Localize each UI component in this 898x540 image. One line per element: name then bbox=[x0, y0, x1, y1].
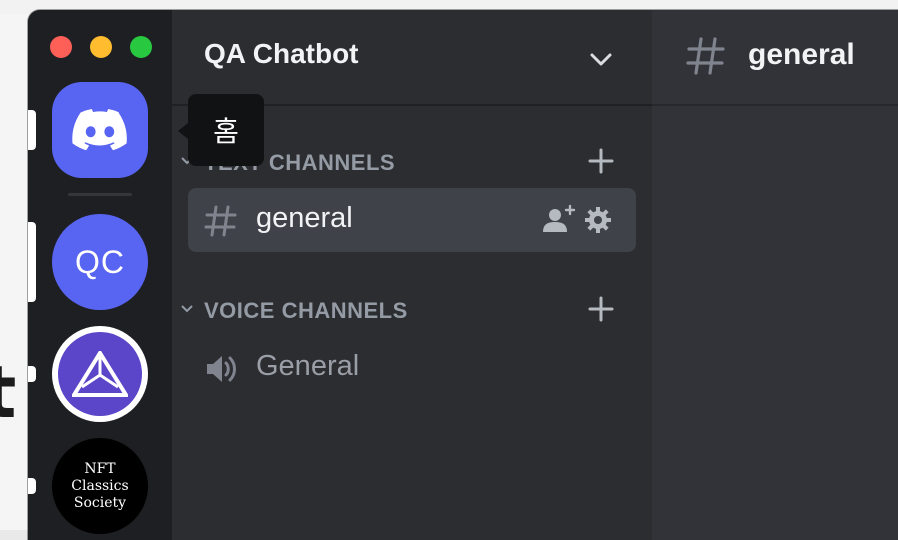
home-hover-indicator bbox=[28, 110, 36, 150]
minimize-window-button[interactable] bbox=[90, 36, 112, 58]
discord-window: QC NFT Classics Society QA Chatbot TEXT … bbox=[28, 10, 898, 540]
server-qa-chatbot[interactable]: QC bbox=[52, 214, 148, 310]
chat-header: general bbox=[652, 10, 898, 106]
close-window-button[interactable] bbox=[50, 36, 72, 58]
tooltip-arrow bbox=[178, 123, 188, 139]
chat-area: general bbox=[652, 10, 898, 540]
speaker-icon bbox=[207, 356, 236, 382]
hashtag-icon bbox=[686, 37, 725, 75]
category-voice-channels[interactable]: VOICE CHANNELS bbox=[172, 294, 652, 326]
server-rail: QC NFT Classics Society bbox=[28, 10, 172, 540]
unread-indicator bbox=[28, 366, 36, 382]
discord-logo-icon bbox=[72, 109, 127, 151]
hashtag-icon bbox=[204, 205, 237, 237]
channel-name: General bbox=[256, 350, 360, 382]
add-channel-icon[interactable] bbox=[586, 146, 616, 176]
channel-general-text[interactable]: general bbox=[188, 188, 636, 252]
gear-icon[interactable] bbox=[584, 206, 612, 234]
server-triangle[interactable] bbox=[52, 326, 148, 422]
server-initials: QC bbox=[75, 243, 125, 280]
triangle-logo-icon bbox=[72, 351, 128, 397]
background-text-fragment: t bbox=[0, 356, 30, 436]
selected-server-indicator bbox=[28, 222, 36, 302]
server-label-line: Classics bbox=[71, 477, 129, 494]
channel-general-voice[interactable]: General bbox=[188, 336, 636, 400]
tooltip-text: 홈 bbox=[213, 115, 239, 148]
server-label-line: NFT bbox=[84, 460, 116, 477]
home-button[interactable] bbox=[52, 82, 148, 178]
channel-sidebar: QA Chatbot TEXT CHANNELS general VOICE C… bbox=[172, 10, 652, 540]
server-label-line: Society bbox=[73, 494, 127, 511]
rail-separator bbox=[68, 193, 132, 196]
category-label: VOICE CHANNELS bbox=[204, 298, 408, 323]
home-tooltip: 홈 bbox=[188, 94, 264, 166]
server-nft-classics-society[interactable]: NFT Classics Society bbox=[52, 438, 148, 534]
guild-header[interactable]: QA Chatbot bbox=[172, 10, 652, 106]
unread-indicator-2 bbox=[28, 478, 36, 494]
invite-user-icon[interactable] bbox=[542, 204, 576, 234]
chat-channel-title: general bbox=[748, 38, 855, 71]
channel-name: general bbox=[256, 202, 353, 234]
chevron-down-icon bbox=[181, 305, 193, 313]
add-channel-icon[interactable] bbox=[586, 294, 616, 324]
zoom-window-button[interactable] bbox=[130, 36, 152, 58]
guild-name: QA Chatbot bbox=[204, 38, 359, 69]
chevron-down-icon[interactable] bbox=[586, 44, 616, 74]
